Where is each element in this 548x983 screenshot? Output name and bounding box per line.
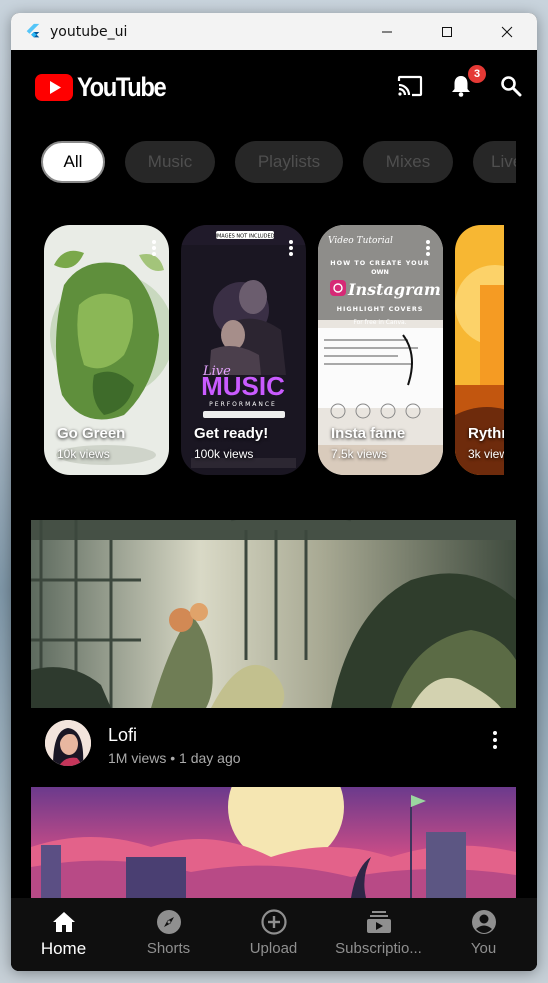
nav-label: Upload xyxy=(249,940,298,957)
avatar-image xyxy=(45,720,91,766)
nav-label: Subscriptio... xyxy=(335,940,422,957)
shorts-shelf: Go Green 10k views IMAGES NOT INCLUDED L… xyxy=(44,225,504,477)
nav-label: Home xyxy=(40,939,87,958)
short-title: Go Green xyxy=(57,425,126,442)
add-circle-icon xyxy=(260,909,287,935)
maximize-icon xyxy=(442,26,452,37)
channel-avatar[interactable] xyxy=(45,720,91,766)
video-info-row[interactable]: Lofi 1M views • 1 day ago xyxy=(11,708,537,778)
short-views: 3k views xyxy=(468,447,504,461)
logo-text: YouTube xyxy=(77,72,167,102)
window-title: youtube_ui xyxy=(50,23,128,40)
short-card[interactable]: IMAGES NOT INCLUDED Live MUSIC PERFORMAN… xyxy=(181,225,306,475)
lofi-greenhouse-image xyxy=(31,520,516,708)
notification-badge: 3 xyxy=(468,65,486,83)
sunset-city-image xyxy=(31,787,516,898)
svg-text:Instagram: Instagram xyxy=(347,280,441,299)
subscriptions-icon xyxy=(366,909,392,935)
bottom-navigation: Home Shorts Upload Subscriptio... You xyxy=(11,898,537,971)
short-card[interactable]: Video Tutorial HOW TO CREATE YOUR OWN In… xyxy=(318,225,443,475)
svg-text:IMAGES NOT INCLUDED: IMAGES NOT INCLUDED xyxy=(216,234,275,240)
youtube-app: YouTube 3 All Music Playlists Mixes Liv … xyxy=(11,50,537,971)
short-views: 7.5k views xyxy=(331,447,388,461)
close-button[interactable] xyxy=(477,13,537,50)
svg-text:Video Tutorial: Video Tutorial xyxy=(328,236,393,246)
svg-text:For free in Canva.: For free in Canva. xyxy=(353,319,406,326)
more-vert-icon[interactable] xyxy=(288,239,294,257)
cast-button[interactable] xyxy=(396,72,424,100)
short-card[interactable]: Rythm 3k views xyxy=(455,225,504,475)
minimize-icon xyxy=(382,31,392,32)
video-thumbnail[interactable] xyxy=(31,520,516,708)
flutter-app-icon xyxy=(26,23,40,37)
nav-label: You xyxy=(470,940,497,957)
nav-upload[interactable]: Upload xyxy=(221,898,326,971)
svg-text:HIGHLIGHT COVERS: HIGHLIGHT COVERS xyxy=(337,305,424,313)
short-title: Insta fame xyxy=(331,425,406,442)
chip-music[interactable]: Music xyxy=(125,141,215,183)
home-icon xyxy=(51,909,77,935)
nav-shorts[interactable]: Shorts xyxy=(116,898,221,971)
short-card[interactable]: Go Green 10k views xyxy=(44,225,169,475)
chip-playlists[interactable]: Playlists xyxy=(235,141,343,183)
short-title: Get ready! xyxy=(194,425,269,442)
cast-icon xyxy=(397,75,423,97)
category-chips: All Music Playlists Mixes Live xyxy=(41,141,516,183)
nav-home[interactable]: Home xyxy=(11,898,116,971)
search-button[interactable] xyxy=(497,72,525,100)
window-titlebar[interactable]: youtube_ui xyxy=(11,13,537,50)
chip-all[interactable]: All xyxy=(41,141,105,183)
nav-label: Shorts xyxy=(146,940,191,957)
chip-mixes[interactable]: Mixes xyxy=(363,141,453,183)
account-icon xyxy=(471,909,497,935)
app-window: youtube_ui YouTube 3 All Music Playlists… xyxy=(11,13,537,971)
more-vert-icon[interactable] xyxy=(151,239,157,257)
video-thumbnail[interactable] xyxy=(31,787,516,898)
play-logo-icon xyxy=(35,74,73,101)
svg-text:MUSIC: MUSIC xyxy=(201,371,285,401)
nav-subscriptions[interactable]: Subscriptio... xyxy=(326,898,431,971)
short-title: Rythm xyxy=(468,425,504,442)
nav-you[interactable]: You xyxy=(431,898,536,971)
video-meta: 1M views • 1 day ago xyxy=(108,750,241,766)
maximize-button[interactable] xyxy=(417,13,477,50)
svg-text:OWN: OWN xyxy=(371,268,389,276)
more-vert-icon[interactable] xyxy=(425,239,431,257)
minimize-button[interactable] xyxy=(357,13,417,50)
video-title: Lofi xyxy=(108,725,138,745)
short-views: 100k views xyxy=(194,447,254,461)
close-icon xyxy=(501,26,513,37)
search-icon xyxy=(501,76,522,97)
compass-icon xyxy=(156,909,182,935)
svg-text:PERFORMANCE: PERFORMANCE xyxy=(209,401,277,408)
top-app-bar: YouTube 3 xyxy=(11,50,537,120)
svg-text:HOW TO CREATE YOUR: HOW TO CREATE YOUR xyxy=(330,259,429,267)
more-vert-icon[interactable] xyxy=(492,730,498,750)
short-views: 10k views xyxy=(57,447,110,461)
chip-live[interactable]: Live xyxy=(473,141,516,183)
youtube-logo[interactable]: YouTube xyxy=(35,72,177,103)
